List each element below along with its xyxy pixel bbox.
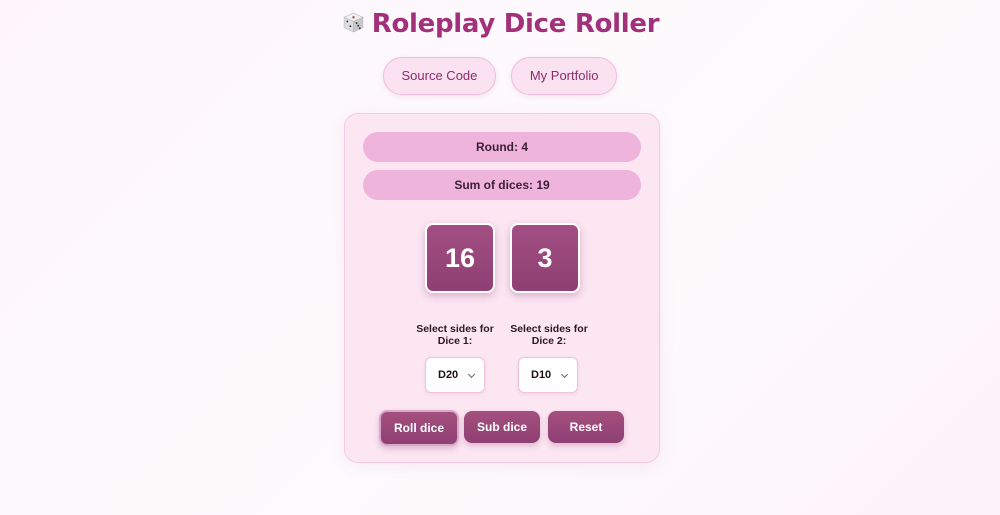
dice-1-sides-value: D20 <box>438 369 459 381</box>
dice-2-sides-label: Select sides for Dice 2: <box>510 323 588 347</box>
reset-button[interactable]: Reset <box>548 411 624 443</box>
roll-dice-button[interactable]: Roll dice <box>379 410 459 446</box>
sub-dice-button[interactable]: Sub dice <box>464 411 540 443</box>
round-counter: Round: 4 <box>363 132 641 162</box>
chevron-down-icon <box>467 370 476 379</box>
dice-1-sides-label: Select sides for Dice 1: <box>416 323 494 347</box>
source-code-link[interactable]: Source Code <box>382 57 497 95</box>
die-icon <box>343 12 364 33</box>
dice-2-sides-select[interactable]: D10 <box>518 357 578 393</box>
page-title-text: Roleplay Dice Roller <box>371 9 660 39</box>
header-links: Source Code My Portfolio <box>0 57 1000 95</box>
dice-sum: Sum of dices: 19 <box>363 170 641 200</box>
chevron-down-icon <box>560 370 569 379</box>
dice-2-result: 3 <box>510 223 580 293</box>
dice-1-result: 16 <box>425 223 495 293</box>
dice-panel: Round: 4 Sum of dices: 19 16 3 Select si… <box>344 113 660 463</box>
dice-2-sides-value: D10 <box>531 369 552 381</box>
page-title: Roleplay Dice Roller <box>0 4 1000 44</box>
dice-1-sides-select[interactable]: D20 <box>425 357 485 393</box>
portfolio-link[interactable]: My Portfolio <box>510 57 618 95</box>
